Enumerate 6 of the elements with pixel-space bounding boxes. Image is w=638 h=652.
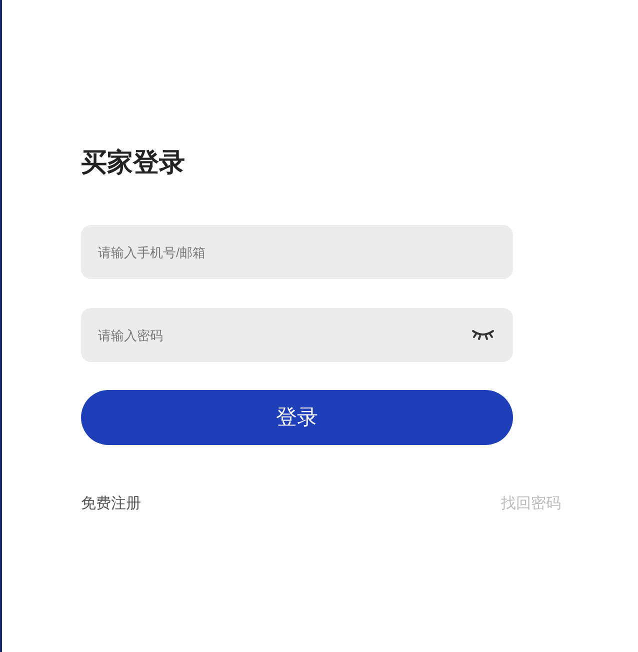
register-link[interactable]: 免费注册 <box>81 493 141 516</box>
password-field[interactable]: 请输入密码 <box>81 308 513 362</box>
account-field[interactable]: 请输入手机号/邮箱 <box>81 225 513 279</box>
login-button[interactable]: 登录 <box>81 390 513 445</box>
page-title: 买家登录 <box>81 146 185 179</box>
closed-eye-icon[interactable] <box>471 329 495 341</box>
